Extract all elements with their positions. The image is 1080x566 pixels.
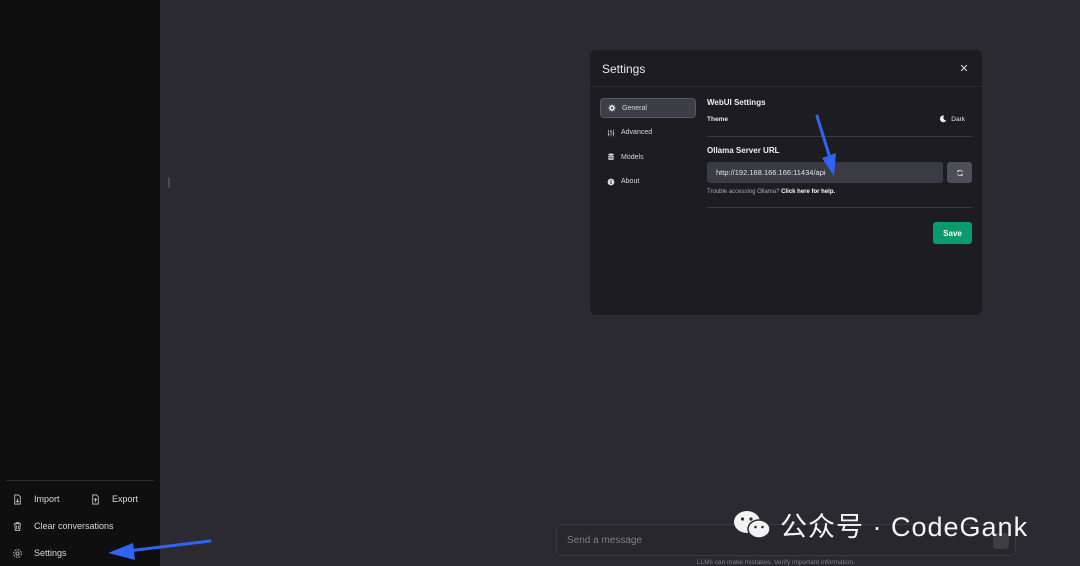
section-divider <box>707 136 972 137</box>
section-divider <box>707 207 972 208</box>
watermark-text: 公众号 · CodeGank <box>780 512 1029 542</box>
export-label: Export <box>112 494 139 504</box>
clear-conversations-label: Clear conversations <box>34 521 114 531</box>
sidebar-divider <box>6 480 154 481</box>
help-text: Trouble accessing Ollama? <box>707 189 780 195</box>
database-icon <box>606 152 616 162</box>
theme-row: Theme Dark <box>707 115 965 123</box>
watermark: 公众号 · CodeGank <box>732 505 1028 544</box>
tab-models-label: Models <box>621 153 644 161</box>
import-button[interactable]: Import <box>10 489 60 509</box>
tab-advanced-label: Advanced <box>621 129 653 136</box>
wechat-icon <box>734 510 771 539</box>
info-icon <box>606 177 616 187</box>
section-title: WebUI Settings <box>707 98 766 107</box>
sidebar-resize-handle[interactable] <box>168 177 170 188</box>
server-url-input[interactable]: http://192.168.166.166:11434/api <box>707 162 943 183</box>
modal-title: Settings <box>602 62 646 76</box>
disclaimer-text: LLMs can make mistakes. Verify important… <box>697 559 855 566</box>
save-button[interactable]: Save <box>933 222 972 244</box>
modal-header-divider <box>590 86 982 87</box>
settings-modal: Settings ✕ General Advanced Models About <box>590 50 982 315</box>
export-button[interactable]: Export <box>88 489 138 509</box>
trash-icon <box>10 519 24 533</box>
gear-icon <box>10 546 24 560</box>
import-label: Import <box>34 494 60 504</box>
refresh-connection-button[interactable] <box>947 162 972 183</box>
message-placeholder: Send a message <box>567 534 643 546</box>
theme-toggle[interactable]: Dark <box>939 115 965 123</box>
settings-label: Settings <box>34 548 67 558</box>
help-row: Trouble accessing Ollama? Click here for… <box>707 189 835 195</box>
refresh-icon <box>956 169 963 176</box>
gear-icon <box>607 103 617 113</box>
sliders-icon <box>606 128 616 138</box>
tab-general[interactable]: General <box>600 98 696 118</box>
general-settings-panel: WebUI Settings Theme Dark Ollama Server … <box>707 98 972 208</box>
help-link[interactable]: Click here for help. <box>781 189 835 195</box>
file-import-icon <box>10 492 24 506</box>
theme-label: Theme <box>707 115 728 123</box>
server-url-label: Ollama Server URL <box>707 146 780 155</box>
file-export-icon <box>88 492 102 506</box>
moon-icon <box>940 115 947 123</box>
tab-about-label: About <box>621 178 640 185</box>
theme-value: Dark <box>951 115 965 123</box>
clear-conversations-button[interactable]: Clear conversations <box>10 516 114 536</box>
tab-models[interactable]: Models <box>600 147 696 167</box>
settings-nav: General Advanced Models About <box>600 98 696 196</box>
tab-advanced[interactable]: Advanced <box>600 123 696 143</box>
close-icon[interactable]: ✕ <box>958 62 970 75</box>
tab-general-label: General <box>622 104 647 112</box>
settings-button[interactable]: Settings <box>10 543 67 563</box>
tab-about[interactable]: About <box>600 172 696 192</box>
sidebar: Import Export Clear conversations Settin… <box>0 0 160 566</box>
